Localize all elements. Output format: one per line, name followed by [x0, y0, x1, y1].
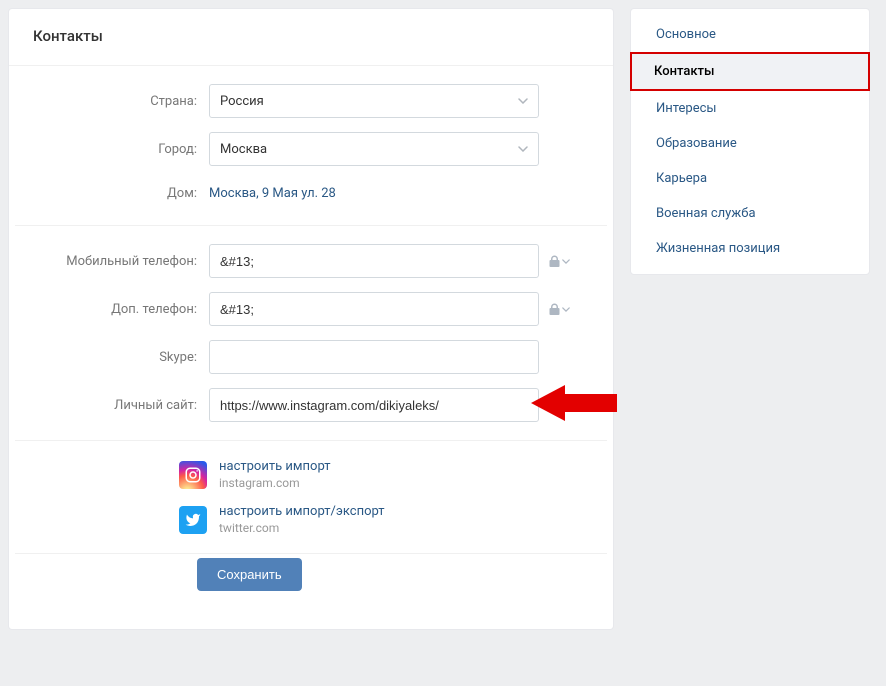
website-label: Личный сайт:	[39, 398, 209, 413]
home-address-link[interactable]: Москва, 9 Мая ул. 28	[209, 180, 539, 207]
section-contacts: Мобильный телефон: Доп. телефон:	[15, 226, 607, 441]
mobile-label: Мобильный телефон:	[39, 254, 209, 269]
country-label: Страна:	[39, 94, 209, 109]
sidebar-item-4[interactable]: Карьера	[631, 161, 869, 196]
integration-instagram: настроить импорт instagram.com	[39, 459, 583, 490]
chevron-down-icon	[518, 96, 528, 106]
twitter-icon	[179, 506, 207, 534]
instagram-import-link[interactable]: настроить импорт	[219, 459, 330, 474]
section-location: Страна: Россия Город: Москва	[15, 66, 607, 226]
arrow-annotation	[531, 381, 617, 429]
integration-twitter: настроить импорт/экспорт twitter.com	[39, 504, 583, 535]
alt-phone-input[interactable]	[209, 292, 539, 326]
twitter-domain: twitter.com	[219, 521, 385, 535]
home-label: Дом:	[39, 186, 209, 201]
city-select[interactable]: Москва	[209, 132, 539, 166]
lock-icon	[549, 303, 560, 316]
skype-input[interactable]	[209, 340, 539, 374]
chevron-down-icon	[562, 259, 570, 264]
sidebar-item-6[interactable]: Жизненная позиция	[631, 231, 869, 266]
country-select[interactable]: Россия	[209, 84, 539, 118]
sidebar-item-0[interactable]: Основное	[631, 17, 869, 52]
instagram-icon	[179, 461, 207, 489]
mobile-input[interactable]	[209, 244, 539, 278]
instagram-domain: instagram.com	[219, 476, 330, 490]
privacy-toggle[interactable]	[549, 255, 570, 268]
chevron-down-icon	[562, 307, 570, 312]
privacy-toggle[interactable]	[549, 303, 570, 316]
alt-phone-label: Доп. телефон:	[39, 302, 209, 317]
sidebar-item-1[interactable]: Контакты	[630, 52, 870, 91]
sidebar-nav: ОсновноеКонтактыИнтересыОбразованиеКарье…	[630, 8, 870, 275]
twitter-import-link[interactable]: настроить импорт/экспорт	[219, 504, 385, 519]
city-value: Москва	[220, 142, 267, 157]
save-button[interactable]: Сохранить	[197, 558, 302, 591]
section-integrations: настроить импорт instagram.com настроить…	[15, 441, 607, 554]
website-input[interactable]	[209, 388, 539, 422]
skype-label: Skype:	[39, 350, 209, 365]
sidebar-item-2[interactable]: Интересы	[631, 91, 869, 126]
sidebar-item-3[interactable]: Образование	[631, 126, 869, 161]
page-title: Контакты	[9, 9, 613, 66]
lock-icon	[549, 255, 560, 268]
chevron-down-icon	[518, 144, 528, 154]
country-value: Россия	[220, 94, 264, 109]
main-panel: Контакты Страна: Россия Город:	[8, 8, 614, 630]
sidebar-item-5[interactable]: Военная служба	[631, 196, 869, 231]
section-actions: Сохранить	[15, 554, 607, 609]
city-label: Город:	[39, 142, 209, 157]
